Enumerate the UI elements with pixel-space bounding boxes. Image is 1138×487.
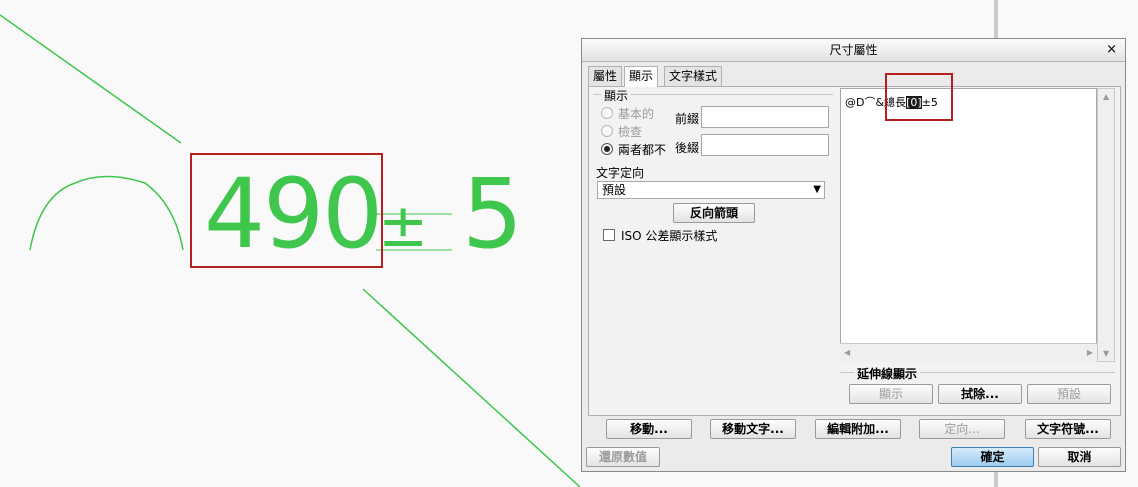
dialog-title: 尺寸屬性: [829, 43, 878, 57]
scroll-left-icon[interactable]: ◀: [844, 348, 850, 357]
tab-display[interactable]: 顯示: [624, 66, 659, 87]
suffix-input[interactable]: [701, 134, 829, 156]
display-group-title: 顯示: [601, 87, 632, 104]
radio-basic-icon: [601, 107, 613, 119]
dimension-tolerance[interactable]: 5: [462, 166, 523, 262]
dimension-highlight-box: [190, 153, 383, 268]
horizontal-scrollbar[interactable]: ◀ ▶: [840, 343, 1097, 362]
iso-checkbox-row[interactable]: ISO 公差顯示樣式: [603, 229, 717, 243]
orient-button[interactable]: 定向...: [919, 419, 1005, 439]
vertical-scrollbar[interactable]: ▲ ▼: [1097, 88, 1115, 362]
radio-basic[interactable]: 基本的: [601, 106, 654, 122]
witness-group-title: 延伸線顯示: [854, 365, 921, 382]
tab-properties[interactable]: 屬性: [588, 66, 623, 86]
orientation-label: 文字定向: [596, 166, 645, 180]
reverse-arrows-button[interactable]: 反向箭頭: [673, 203, 755, 223]
show-button[interactable]: 顯示: [849, 384, 933, 404]
move-text-button[interactable]: 移動文字...: [710, 419, 796, 439]
radio-neither[interactable]: 兩者都不: [601, 142, 666, 158]
dropdown-arrow-icon: ▼: [813, 184, 821, 195]
scroll-right-icon[interactable]: ▶: [1087, 348, 1093, 357]
suffix-label: 後綴: [675, 141, 700, 155]
display-tab-panel: 顯示 基本的 檢查 兩者都不 前綴 後綴 文字定向 預設 ▼ 反向箭頭 ISO …: [588, 86, 1121, 416]
erase-button[interactable]: 拭除...: [938, 384, 1022, 404]
prefix-input[interactable]: [701, 106, 829, 128]
text-symbol-button[interactable]: 文字符號...: [1025, 419, 1111, 439]
scroll-down-icon[interactable]: ▼: [1103, 349, 1109, 358]
radio-inspection[interactable]: 檢查: [601, 124, 642, 140]
restore-values-button[interactable]: 還原數值: [586, 447, 660, 467]
radio-inspection-icon: [601, 125, 613, 137]
symbol-text-area[interactable]: @D⌒&總長[0]±5: [840, 88, 1097, 362]
scroll-up-icon[interactable]: ▲: [1103, 92, 1109, 101]
tab-text-style[interactable]: 文字樣式: [664, 66, 723, 86]
leader-line-lower: [362, 288, 581, 487]
witness-line-group: 延伸線顯示 顯示 拭除... 預設: [840, 365, 1115, 413]
display-group: 顯示 基本的 檢查 兩者都不 前綴 後綴 文字定向 預設 ▼ 反向箭頭 ISO …: [593, 87, 833, 415]
iso-label: ISO 公差顯示樣式: [621, 229, 718, 243]
radio-neither-icon: [601, 143, 613, 155]
edit-attachment-button[interactable]: 編輯附加...: [815, 419, 901, 439]
dialog-titlebar[interactable]: 尺寸屬性 ×: [582, 39, 1125, 62]
move-button[interactable]: 移動...: [606, 419, 692, 439]
cancel-button[interactable]: 取消: [1038, 447, 1121, 467]
dimension-properties-dialog: 尺寸屬性 × 屬性 顯示 文字樣式 顯示 基本的 檢查 兩者都不 前綴 後綴 文…: [581, 38, 1126, 472]
selected-text-highlight-box: [885, 73, 953, 121]
orientation-select[interactable]: 預設 ▼: [597, 181, 825, 199]
ok-button[interactable]: 確定: [951, 447, 1034, 467]
iso-checkbox[interactable]: [603, 229, 615, 241]
arc-symbol: [29, 175, 184, 251]
prefix-label: 前綴: [675, 112, 700, 126]
default-button[interactable]: 預設: [1027, 384, 1111, 404]
orientation-value: 預設: [602, 183, 627, 197]
leader-line-upper: [0, 14, 182, 144]
close-icon[interactable]: ×: [1106, 39, 1117, 61]
arc-glyph-icon: ⌒: [864, 96, 876, 109]
plus-minus-sign: ±: [378, 191, 429, 261]
